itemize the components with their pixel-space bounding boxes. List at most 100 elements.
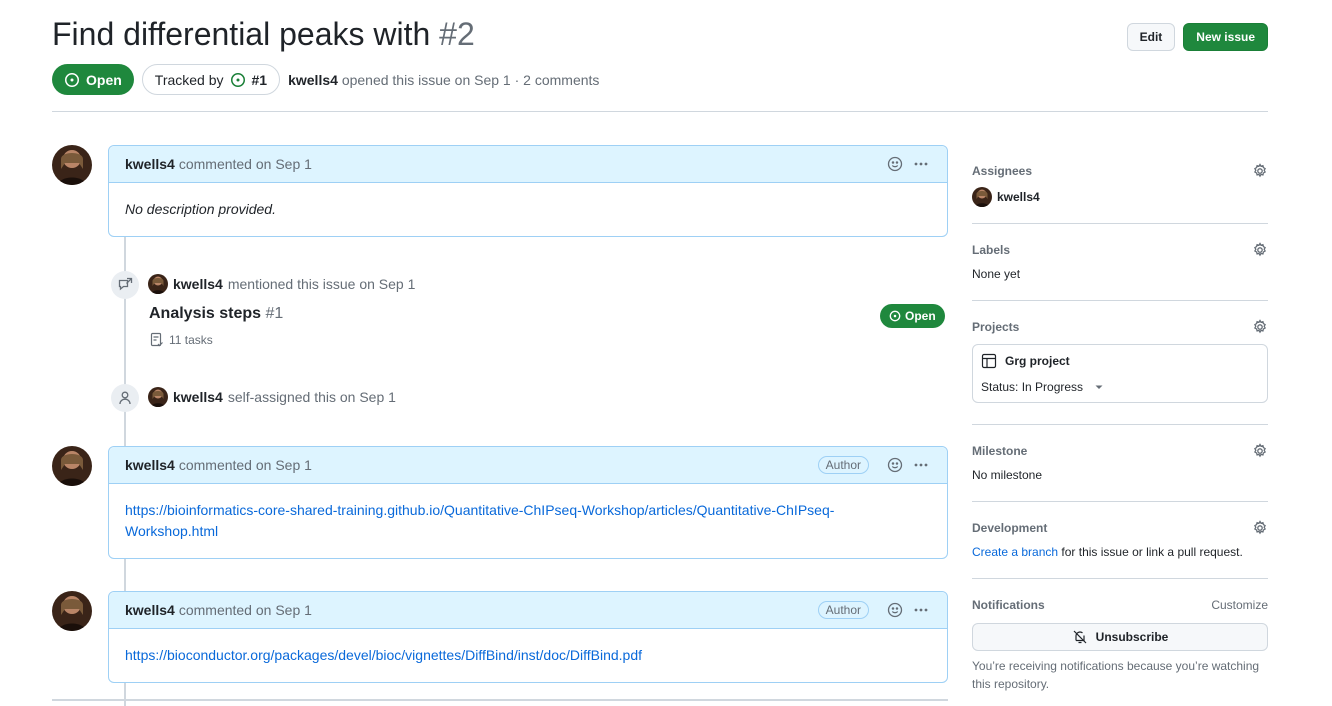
projects-section: Projects Grg project Status: In Progress: [972, 301, 1268, 425]
milestone-label: Milestone: [972, 444, 1028, 458]
avatar[interactable]: [148, 387, 168, 407]
timeline-connector: [124, 558, 126, 591]
comment-text: No description provided.: [125, 201, 276, 217]
timeline-divider: [52, 699, 948, 701]
author-badge: Author: [817, 456, 869, 474]
comment-body: No description provided.: [109, 183, 947, 236]
avatar[interactable]: [148, 274, 168, 294]
issue-title-text: Find differential peaks with: [52, 16, 431, 52]
milestone-value: No milestone: [972, 468, 1043, 482]
mention-event: kwells4 mentioned this issue on Sep 1: [148, 274, 415, 294]
projects-heading: Projects: [972, 317, 1268, 337]
table-icon: [981, 353, 997, 369]
kebab-icon[interactable]: [911, 154, 931, 174]
notifications-label: Notifications: [972, 598, 1045, 612]
development-value: Create a branch for this issue or link a…: [972, 545, 1268, 559]
new-issue-button[interactable]: New issue: [1183, 23, 1268, 51]
gear-icon[interactable]: [1252, 163, 1268, 179]
comment-author[interactable]: kwells4: [125, 156, 175, 172]
issue-opened-icon: [230, 72, 245, 87]
referenced-issue-tasks: 11 tasks: [149, 332, 213, 348]
issue-number: #2: [439, 16, 475, 52]
comment-link[interactable]: https://bioconductor.org/packages/devel/…: [125, 647, 642, 663]
referenced-issue-state: Open: [880, 304, 945, 328]
ref-number: #1: [265, 305, 284, 322]
kebab-icon[interactable]: [911, 455, 931, 475]
unsubscribe-label: Unsubscribe: [1095, 630, 1169, 644]
event-author[interactable]: kwells4: [173, 389, 223, 405]
tracked-by-number[interactable]: #1: [252, 72, 268, 88]
issue-opened-icon: [65, 72, 79, 87]
assign-event: kwells4 self-assigned this on Sep 1: [148, 387, 396, 407]
event-author[interactable]: kwells4: [173, 276, 223, 292]
projects-label: Projects: [972, 320, 1020, 334]
triangle-down-icon: [1095, 385, 1103, 389]
avatar[interactable]: [52, 446, 92, 486]
gear-icon[interactable]: [1252, 242, 1268, 258]
bell-slash-icon: [1073, 630, 1087, 644]
gear-icon[interactable]: [1252, 443, 1268, 459]
referenced-issue-title[interactable]: Analysis steps #1: [149, 305, 283, 323]
assign-badge: [111, 384, 139, 412]
state-label: Open: [86, 71, 122, 88]
labels-heading: Labels: [972, 240, 1268, 260]
avatar[interactable]: [52, 145, 92, 185]
avatar[interactable]: [52, 591, 92, 631]
comment-header: kwells4 commented on Sep 1 Author: [109, 447, 947, 484]
edit-button[interactable]: Edit: [1126, 23, 1176, 51]
person-icon: [119, 391, 131, 405]
tracked-by-label: Tracked by: [154, 71, 224, 88]
issue-opened-icon: [889, 310, 901, 322]
development-label: Development: [972, 521, 1048, 535]
project-name[interactable]: Grg project: [981, 353, 1259, 369]
comment-date[interactable]: commented on Sep 1: [179, 156, 312, 172]
ref-title-text: Analysis steps: [149, 305, 262, 322]
comment-author[interactable]: kwells4: [125, 457, 175, 473]
kebab-icon[interactable]: [911, 600, 931, 620]
milestone-heading: Milestone: [972, 441, 1268, 461]
avatar: [972, 187, 992, 207]
customize-link[interactable]: Customize: [1211, 598, 1268, 612]
cross-reference-icon: [118, 277, 133, 291]
issue-meta: Open Tracked by #1 kwells4 opened this i…: [52, 64, 599, 95]
comment-date[interactable]: commented on Sep 1: [179, 602, 312, 618]
comment-author[interactable]: kwells4: [125, 602, 175, 618]
gear-icon[interactable]: [1252, 520, 1268, 536]
labels-label: Labels: [972, 243, 1011, 257]
unsubscribe-button[interactable]: Unsubscribe: [972, 623, 1268, 651]
comment-body: https://bioconductor.org/packages/devel/…: [109, 629, 947, 682]
checklist-icon: [150, 332, 163, 347]
link-line-2: Workshop.html: [125, 523, 219, 539]
project-card: Grg project Status: In Progress: [972, 344, 1268, 403]
labels-section: Labels None yet: [972, 224, 1268, 301]
event-text: self-assigned this on Sep 1: [227, 389, 396, 405]
state-badge: Open: [52, 64, 134, 95]
notifications-section: Notifications Customize Unsubscribe You’…: [972, 579, 1268, 706]
milestone-section: Milestone No milestone: [972, 425, 1268, 502]
gear-icon[interactable]: [1252, 319, 1268, 335]
comment: kwells4 commented on Sep 1 Author https:…: [108, 591, 948, 683]
assignees-label: Assignees: [972, 164, 1033, 178]
comment: kwells4 commented on Sep 1 No descriptio…: [108, 145, 948, 237]
smiley-icon[interactable]: [885, 600, 905, 620]
issue-title: Find differential peaks with #2: [52, 16, 475, 53]
comment-header: kwells4 commented on Sep 1 Author: [109, 592, 947, 629]
comment-date[interactable]: commented on Sep 1: [179, 457, 312, 473]
tracked-by-badge[interactable]: Tracked by #1: [141, 64, 281, 95]
project-status-select[interactable]: Status: In Progress: [981, 380, 1259, 394]
assignee-item[interactable]: kwells4: [972, 187, 1268, 207]
tasks-count: 11 tasks: [169, 333, 213, 347]
opened-text: opened this issue on Sep 1 · 2 comments: [341, 71, 600, 88]
header-actions: Edit New issue: [1126, 23, 1268, 51]
create-branch-link[interactable]: Create a branch: [972, 545, 1058, 559]
issue-sidebar: Assignees kwells4 Labels None yet Projec…: [972, 146, 1268, 706]
smiley-icon[interactable]: [885, 154, 905, 174]
smiley-icon[interactable]: [885, 455, 905, 475]
comment-body: https://bioinformatics-core-shared-train…: [109, 484, 947, 558]
comment-header: kwells4 commented on Sep 1: [109, 146, 947, 183]
timeline-connector: [124, 682, 126, 706]
event-text: mentioned this issue on Sep 1: [227, 276, 416, 292]
comment-link[interactable]: https://bioinformatics-core-shared-train…: [125, 502, 834, 539]
author-link[interactable]: kwells4: [288, 72, 338, 88]
assignee-name: kwells4: [997, 190, 1040, 204]
